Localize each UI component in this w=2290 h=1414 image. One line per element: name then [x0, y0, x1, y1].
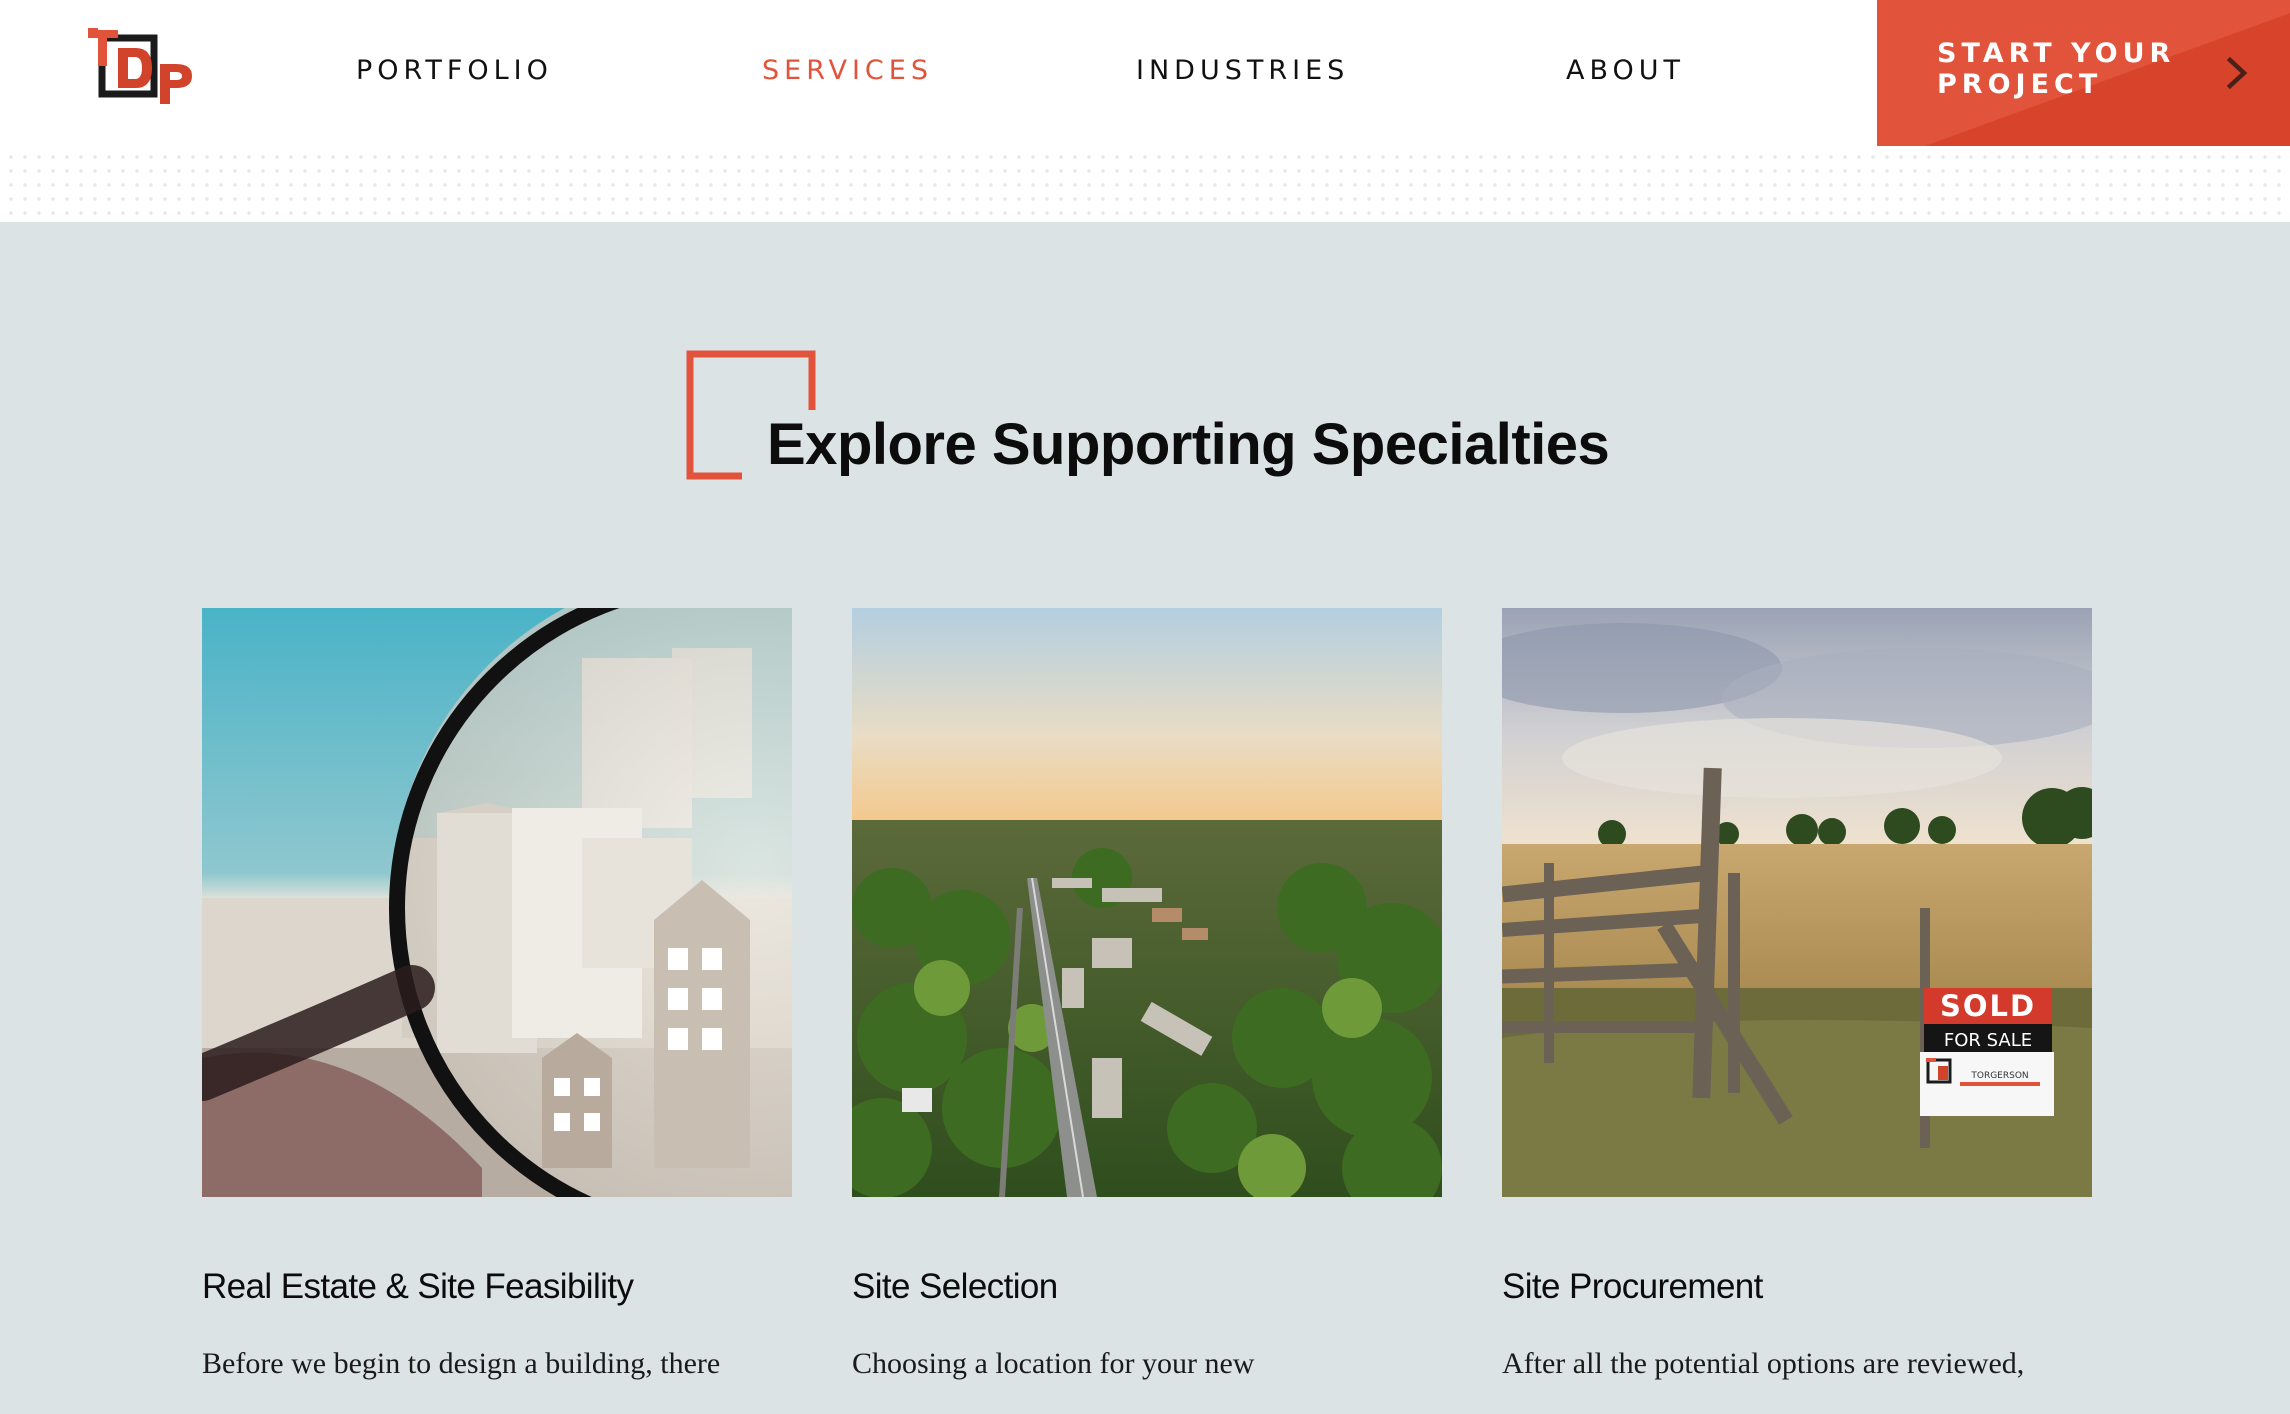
card-title[interactable]: Real Estate & Site Feasibility [202, 1262, 634, 1312]
nav-about[interactable]: ABOUT [1566, 54, 1680, 88]
site-header: PORTFOLIO SERVICES INDUSTRIES ABOUT STAR… [0, 0, 2290, 222]
card-description: After all the potential options are revi… [1502, 1347, 2025, 1380]
card-image-magnifier[interactable] [202, 608, 792, 1197]
tdp-logo-icon [88, 28, 192, 104]
section-title: Explore Supporting Specialties [767, 412, 1610, 477]
sign-sold-text: SOLD [1940, 989, 2036, 1023]
logo[interactable] [88, 28, 200, 108]
chevron-right-icon [2226, 56, 2248, 90]
nav-industries[interactable]: INDUSTRIES [1136, 54, 1344, 88]
card-description: Choosing a location for your new [852, 1347, 1255, 1380]
card-title[interactable]: Site Selection [852, 1262, 1058, 1312]
card-description: Before we begin to design a building, th… [202, 1347, 721, 1380]
start-project-label: START YOUR PROJECT [1937, 38, 2176, 100]
card-title[interactable]: Site Procurement [1502, 1262, 1763, 1312]
nav-services[interactable]: SERVICES [762, 54, 928, 88]
card-image-aerial-town[interactable] [852, 608, 1442, 1197]
start-project-button[interactable]: START YOUR PROJECT [1877, 0, 2290, 146]
sign-forsale-text: FOR SALE [1944, 1030, 2032, 1051]
card-image-field-sign[interactable]: SOLD FOR SALE TORGERSON [1502, 608, 2092, 1197]
sign-company-text: TORGERSON [1970, 1071, 2028, 1081]
nav-portfolio[interactable]: PORTFOLIO [356, 54, 548, 88]
